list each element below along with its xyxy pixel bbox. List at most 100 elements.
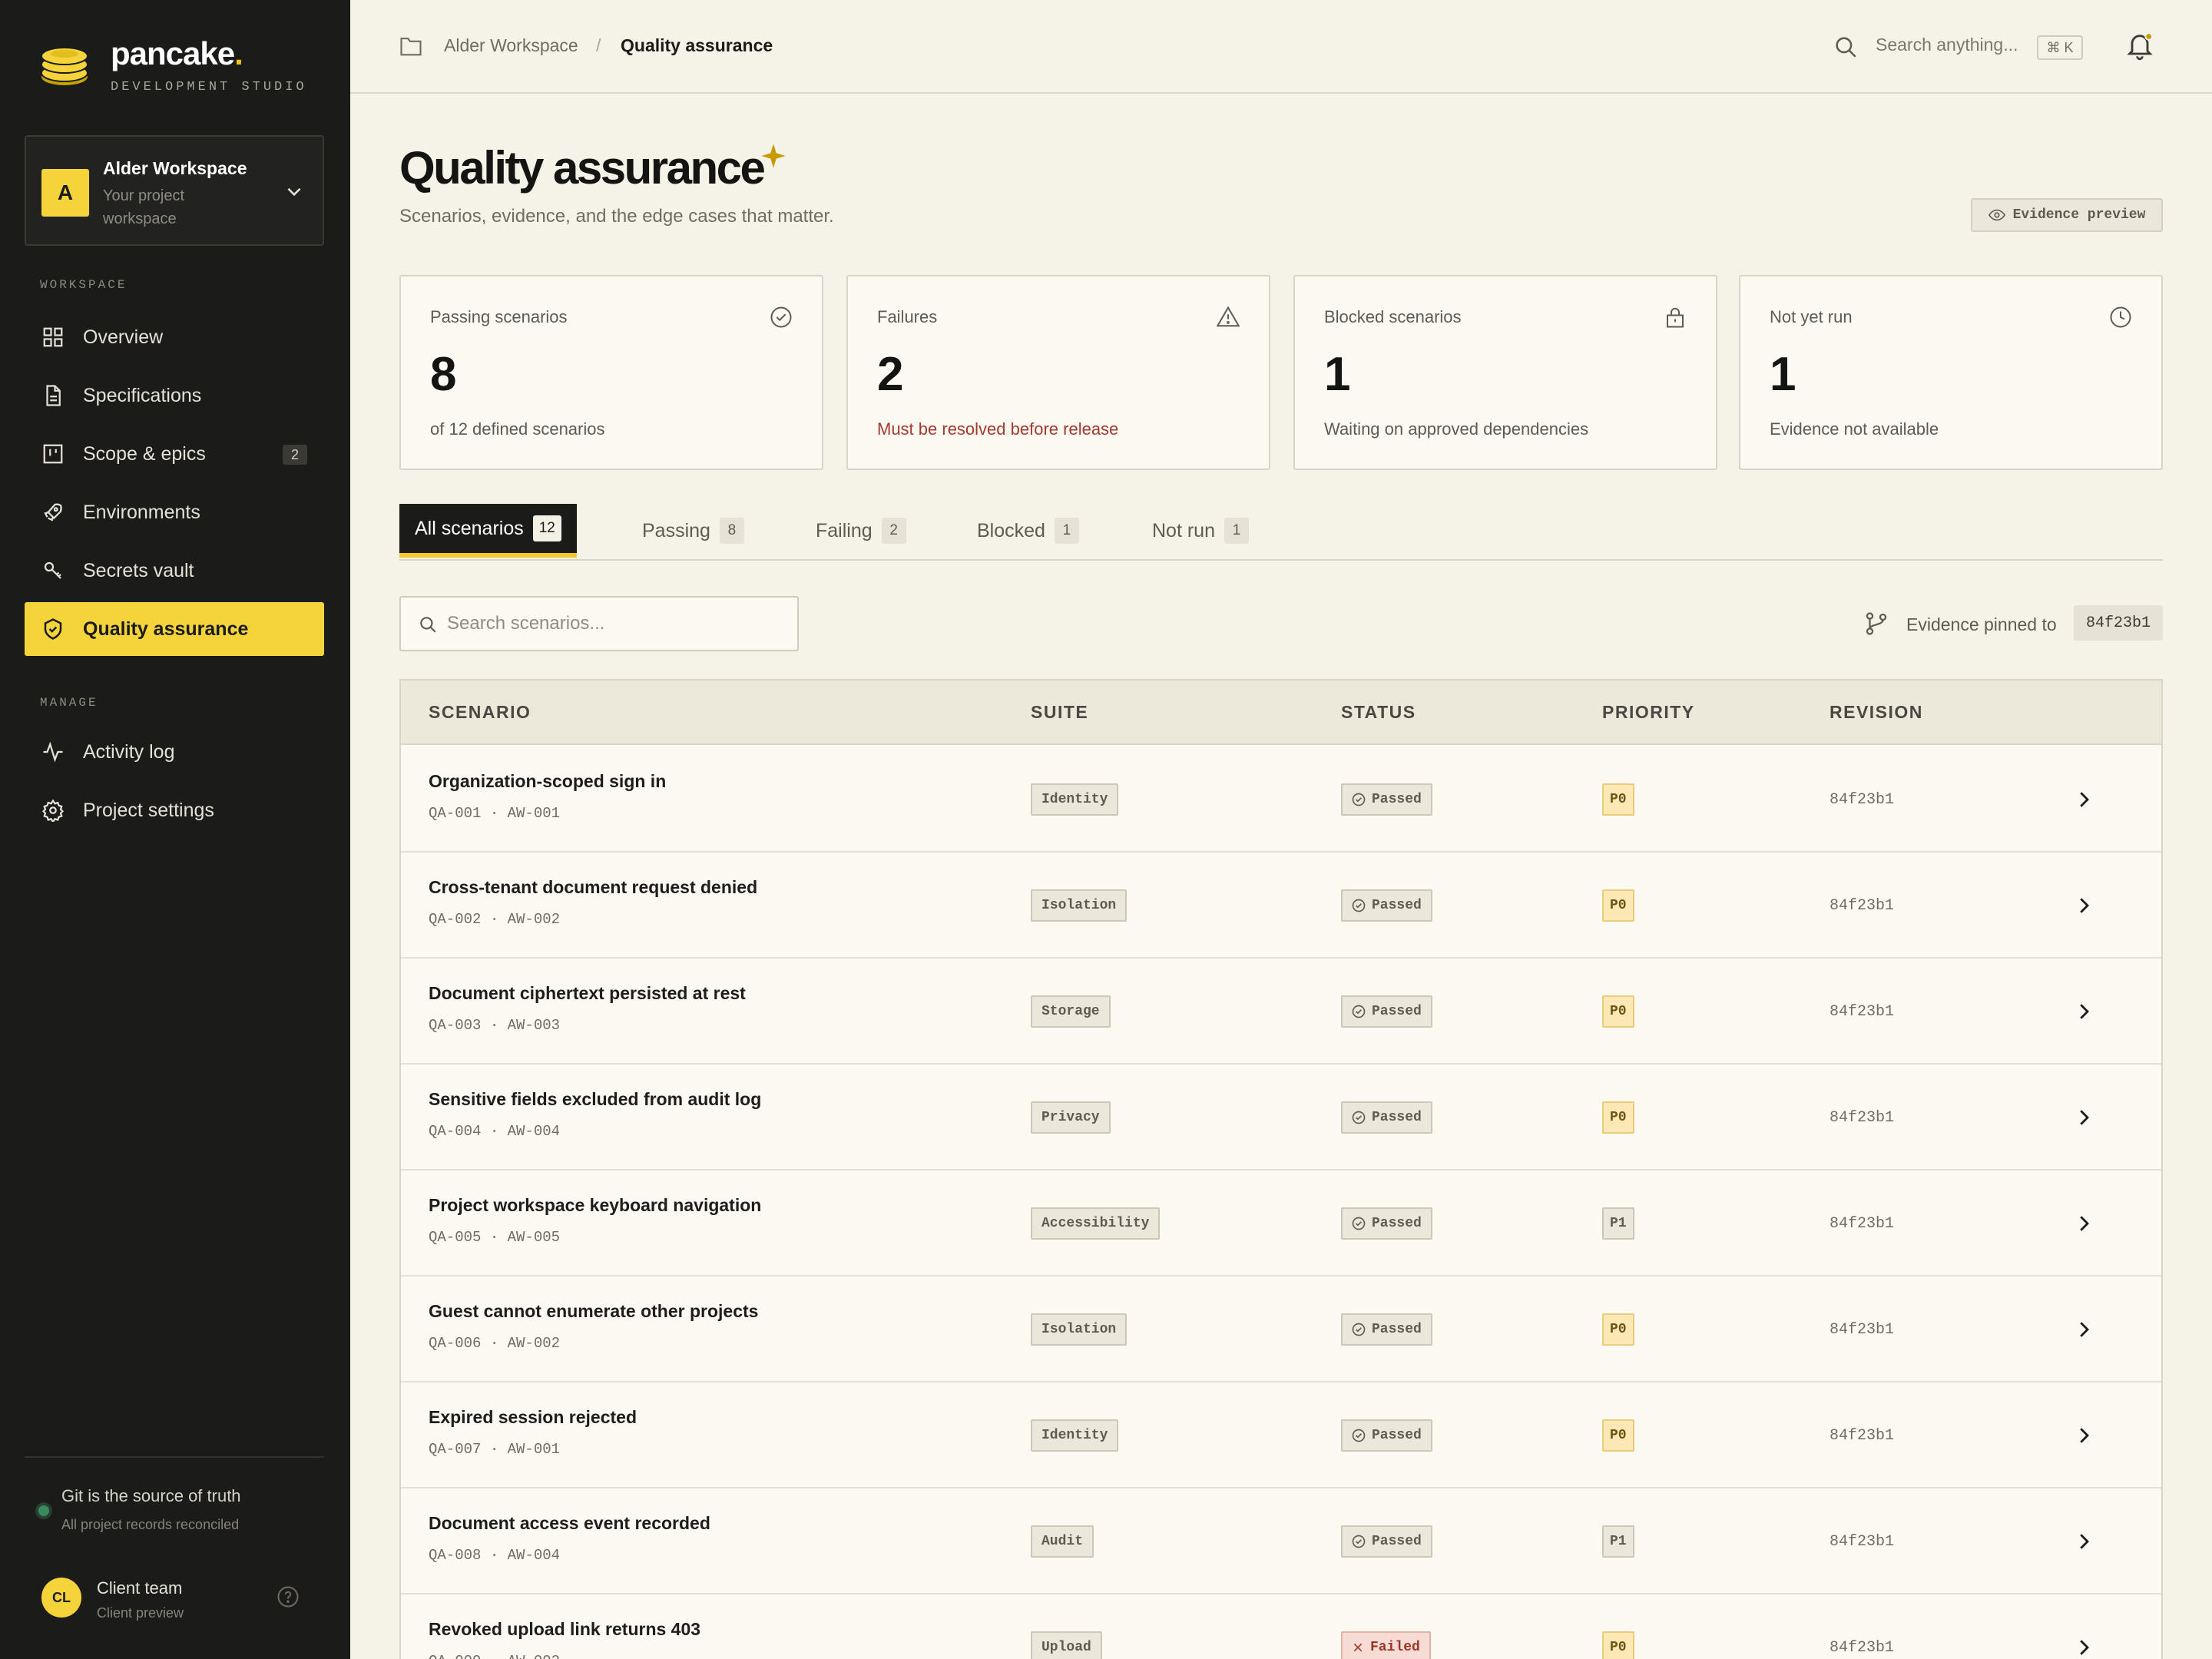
scenario-title: Document access event recorded: [429, 1513, 710, 1533]
sidebar-item-quality-assurance[interactable]: Quality assurance: [25, 602, 324, 656]
user-role: Client preview: [97, 1605, 184, 1621]
column-header-revision: REVISION: [1830, 702, 1923, 722]
search-input[interactable]: [447, 608, 785, 639]
chevron-right-icon[interactable]: [2072, 1636, 2095, 1659]
table-row[interactable]: Project workspace keyboard navigation QA-…: [401, 1171, 2161, 1277]
status-label: Failed: [1370, 1640, 1420, 1655]
tab-count: 1: [1054, 518, 1079, 544]
table-row[interactable]: Sensitive fields excluded from audit log…: [401, 1065, 2161, 1171]
global-search-input[interactable]: Search anything...: [1876, 35, 2018, 55]
column-header-priority: PRIORITY: [1602, 702, 1695, 722]
revision-sha: 84f23b1: [1830, 897, 1895, 915]
sidebar-item-label: Specifications: [83, 384, 202, 406]
chevron-right-icon[interactable]: [2072, 894, 2095, 917]
stat-card-not-run: Not yet run 1 Evidence not available: [1739, 275, 2163, 470]
user-name: Client team: [97, 1578, 183, 1598]
chevron-right-icon[interactable]: [2072, 1000, 2095, 1023]
evidence-preview-button[interactable]: Evidence preview: [1971, 198, 2163, 232]
check-circle-icon: [1352, 793, 1366, 806]
rocket-icon: [40, 499, 66, 525]
sparkle-icon: [761, 144, 786, 168]
tab-failing[interactable]: Failing 2: [800, 504, 922, 558]
sidebar-item-project-settings[interactable]: Project settings: [25, 783, 324, 837]
sidebar-item-secrets-vault[interactable]: Secrets vault: [25, 544, 324, 598]
sidebar-item-environments[interactable]: Environments: [25, 485, 324, 539]
search-icon[interactable]: [1833, 34, 1859, 60]
check-circle-icon: [1352, 1111, 1366, 1124]
suite-badge: Accessibility: [1031, 1207, 1161, 1240]
status-label: Passed: [1372, 1216, 1422, 1231]
sidebar-item-specifications[interactable]: Specifications: [25, 369, 324, 422]
chevron-right-icon[interactable]: [2072, 1106, 2095, 1129]
sidebar-item-overview[interactable]: Overview: [25, 310, 324, 364]
tab-not-run[interactable]: Not run 1: [1137, 504, 1264, 558]
table-row[interactable]: Document access event recorded QA-008 · A…: [401, 1488, 2161, 1594]
stat-value: 2: [877, 348, 904, 401]
chevron-down-icon: [287, 187, 301, 197]
breadcrumb-current: Quality assurance: [621, 35, 773, 55]
revision-sha: 84f23b1: [1830, 791, 1895, 809]
stat-value: 1: [1770, 348, 1796, 401]
priority-badge: P1: [1602, 1525, 1634, 1558]
topbar: Alder Workspace / Quality assurance Sear…: [350, 0, 2212, 94]
help-icon[interactable]: [276, 1585, 300, 1608]
sidebar-item-scope-epics[interactable]: Scope & epics 2: [25, 427, 324, 481]
scenario-ids: QA-007 · AW-001: [429, 1441, 561, 1458]
scenario-ids: QA-009 · AW-003: [429, 1653, 560, 1659]
stat-value: 1: [1324, 348, 1351, 401]
tab-label: All scenarios: [415, 517, 524, 539]
stat-label: Failures: [877, 307, 938, 326]
tab-all-scenarios[interactable]: All scenarios 12: [399, 504, 577, 558]
workspace-switcher[interactable]: A Alder Workspace Your project workspace: [25, 135, 324, 246]
sidebar-item-label: Scope & epics: [83, 442, 206, 465]
chevron-right-icon[interactable]: [2072, 1424, 2095, 1447]
scenario-search[interactable]: [399, 596, 799, 651]
priority-badge: P0: [1602, 783, 1634, 816]
priority-badge: P0: [1602, 889, 1634, 922]
avatar[interactable]: CL: [41, 1578, 81, 1618]
status-badge: Passed: [1341, 1207, 1432, 1240]
tab-passing[interactable]: Passing 8: [627, 504, 760, 558]
table-row[interactable]: Expired session rejected QA-007 · AW-001 I…: [401, 1382, 2161, 1488]
status-badge: Passed: [1341, 1313, 1432, 1346]
page-title: Quality assurance: [399, 142, 766, 194]
kanban-icon: [40, 441, 66, 467]
table-row[interactable]: Guest cannot enumerate other projects QA-…: [401, 1277, 2161, 1382]
suite-badge: Storage: [1031, 995, 1111, 1028]
sidebar-item-label: Project settings: [83, 799, 214, 821]
status-label: Passed: [1372, 1004, 1422, 1019]
status-badge: Passed: [1341, 783, 1432, 816]
chevron-right-icon[interactable]: [2072, 788, 2095, 811]
status-badge: Passed: [1341, 1419, 1432, 1452]
eye-icon: [1988, 209, 2005, 221]
table-row[interactable]: Document ciphertext persisted at rest QA-…: [401, 959, 2161, 1065]
notification-bell-icon[interactable]: [2124, 31, 2155, 61]
chevron-right-icon[interactable]: [2072, 1212, 2095, 1235]
tab-blocked[interactable]: Blocked 1: [962, 504, 1094, 558]
tab-count: 8: [719, 518, 744, 544]
table-row[interactable]: Organization-scoped sign in QA-001 · AW-0…: [401, 747, 2161, 853]
scenario-title: Document ciphertext persisted at rest: [429, 983, 746, 1003]
git-branch-icon: [1866, 612, 1887, 635]
stat-card-passing: Passing scenarios 8 of 12 defined scenar…: [399, 275, 823, 470]
chevron-right-icon[interactable]: [2072, 1530, 2095, 1553]
status-label: Passed: [1372, 1110, 1422, 1125]
revision-sha: 84f23b1: [1830, 1003, 1895, 1021]
chevron-right-icon[interactable]: [2072, 1318, 2095, 1341]
table-row[interactable]: Cross-tenant document request denied QA-0…: [401, 853, 2161, 959]
scenario-title: Organization-scoped sign in: [429, 771, 667, 791]
tab-label: Not run: [1152, 519, 1215, 541]
breadcrumb-workspace[interactable]: Alder Workspace: [444, 35, 578, 56]
sidebar-item-label: Overview: [83, 326, 164, 348]
sidebar-divider: [25, 1456, 324, 1458]
scenario-ids: QA-003 · AW-003: [429, 1017, 561, 1034]
suite-badge: Audit: [1031, 1525, 1094, 1558]
evidence-preview-label: Evidence preview: [2012, 207, 2146, 223]
workspace-section-label: WORKSPACE: [40, 278, 127, 292]
table-row[interactable]: Revoked upload link returns 403 QA-009 · …: [401, 1594, 2161, 1659]
sidebar-item-activity-log[interactable]: Activity log: [25, 725, 324, 779]
stat-label: Passing scenarios: [430, 307, 568, 326]
tab-count: 1: [1224, 518, 1249, 544]
check-circle-icon: [1352, 1429, 1366, 1442]
tab-count: 12: [532, 515, 561, 541]
